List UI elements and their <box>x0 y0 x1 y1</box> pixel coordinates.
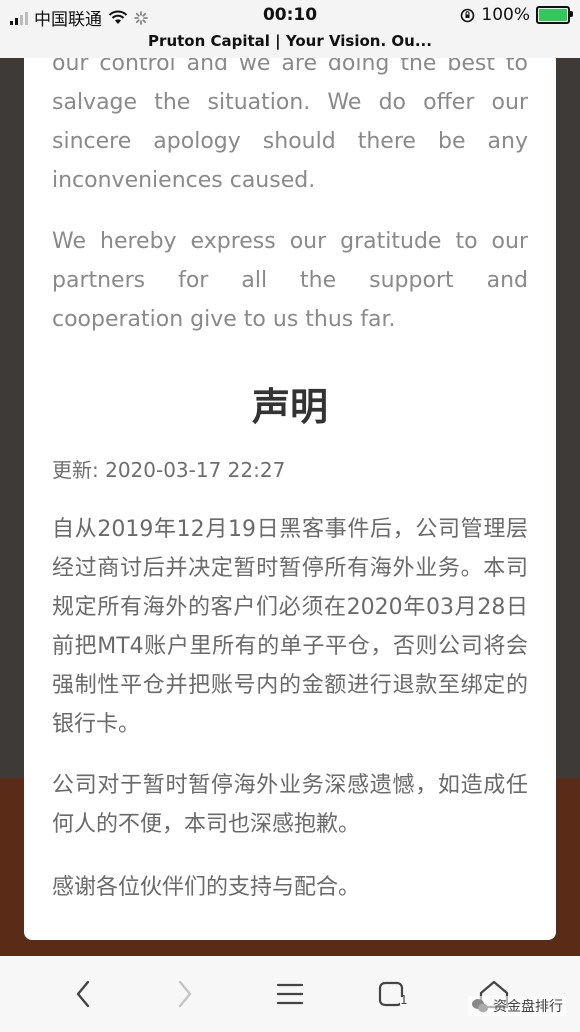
forward-icon <box>178 980 192 1008</box>
battery-percent: 100% <box>481 5 530 25</box>
menu-button[interactable] <box>270 974 310 1014</box>
back-icon <box>76 980 90 1008</box>
tabs-button[interactable]: 1 <box>372 974 412 1014</box>
chinese-paragraph: 感谢各位伙伴们的支持与配合。 <box>52 875 361 900</box>
announcement-card: our control and we are doing the best to… <box>24 58 556 940</box>
forward-button[interactable] <box>164 974 204 1014</box>
battery-fill <box>539 9 567 21</box>
status-right: 100% <box>460 5 573 25</box>
status-bar: 中国联通 00:10 100% <box>0 0 580 32</box>
watermark: 资金盘排行 <box>468 996 566 1016</box>
page-title: Pruton Capital | Your Vision. Ou... <box>148 32 432 50</box>
menu-icon <box>276 983 304 1005</box>
chinese-paragraph: 公司对于暂时暂停海外业务深感遗憾，如造成任何人的不便，本司也深感抱歉。 <box>52 773 528 837</box>
back-button[interactable] <box>64 974 104 1014</box>
chinese-paragraph: 自从2019年12月19日黑客事件后，公司管理层经过商讨后并决定暂时暂停所有海外… <box>52 517 528 737</box>
tabs-icon: 1 <box>378 981 408 1007</box>
statement-heading: 声明 <box>251 385 328 429</box>
svg-text:1: 1 <box>400 993 408 1007</box>
orientation-lock-icon <box>461 8 475 22</box>
wechat-icon <box>472 999 488 1013</box>
browser-toolbar: 1 资金盘排行 <box>0 956 580 1032</box>
battery-icon <box>536 6 573 24</box>
watermark-text: 资金盘排行 <box>493 999 563 1015</box>
updated-timestamp: 更新: 2020-03-17 22:27 <box>52 458 286 482</box>
address-bar[interactable]: Pruton Capital | Your Vision. Ou... <box>0 32 580 58</box>
english-paragraph: our control and we are doing the best to… <box>52 58 528 193</box>
english-paragraph: We hereby express our gratitude to our p… <box>52 229 528 332</box>
